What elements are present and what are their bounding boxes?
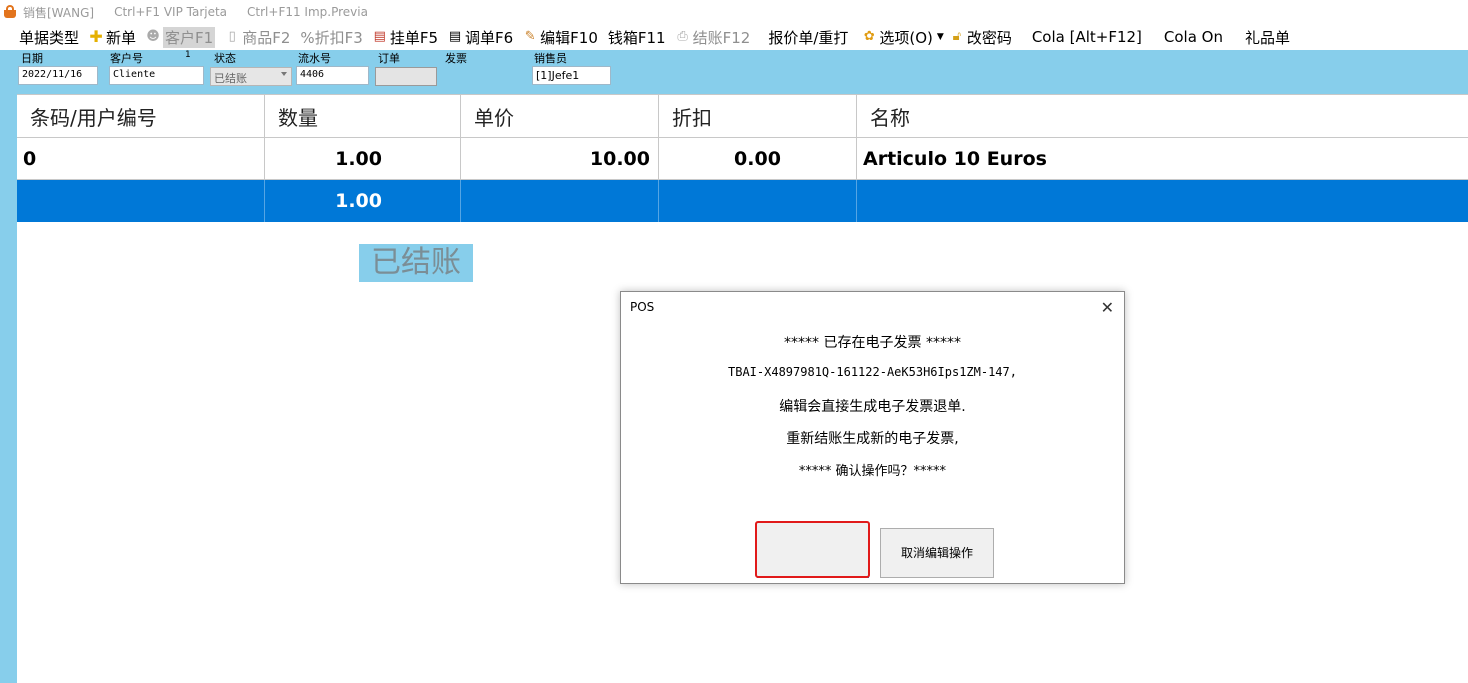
- cancel-edit-button[interactable]: 取消编辑操作: [880, 528, 994, 578]
- customer-label: 客户号: [110, 52, 143, 65]
- toolbar: 单据类型 ✚ 新单 ☻ 客户F1 ▯ 商品F2 %折扣F3 ▤ 挂单F5 ▤ 调单F6 ✎…: [0, 24, 1468, 50]
- seller-field[interactable]: [1]Jefe1: [532, 66, 611, 85]
- customer-field[interactable]: Cliente: [109, 66, 204, 85]
- customer-button[interactable]: ☻ 客户F1: [146, 25, 216, 49]
- status-select[interactable]: 已结账: [210, 67, 292, 86]
- gift-receipt-button[interactable]: 礼品单: [1245, 25, 1290, 49]
- product-icon: ▯: [228, 29, 236, 44]
- col-header-price[interactable]: 单价: [461, 95, 659, 137]
- col-header-discount[interactable]: 折扣: [659, 95, 857, 137]
- serial-field[interactable]: 4406: [296, 66, 369, 85]
- pencil-icon: ✎: [524, 29, 536, 44]
- date-label: 日期: [21, 52, 43, 65]
- change-password-button[interactable]: 🔓︎ 改密码: [950, 25, 1012, 49]
- dialog-line-3: 编辑会直接生成电子发票退单.: [779, 399, 966, 415]
- dropdown-arrow-icon: ▼: [936, 32, 944, 42]
- total-code: [17, 180, 265, 222]
- close-icon[interactable]: ✕: [1101, 298, 1114, 317]
- col-header-name[interactable]: 名称: [857, 95, 1468, 137]
- ledger-icon: ▤: [373, 29, 386, 44]
- recall-button[interactable]: ▤ 调单F6: [448, 25, 513, 49]
- title-bar: 销售[WANG] Ctrl+F1 VIP Tarjeta Ctrl+F11 Im…: [0, 0, 1468, 24]
- chevron-down-icon: [281, 72, 287, 76]
- total-name: [857, 180, 1468, 222]
- notebook-icon: ▤: [448, 29, 462, 44]
- pos-dialog: POS ✕ ***** 已存在电子发票 ***** TBAI-X4897981Q…: [620, 291, 1125, 584]
- items-grid: 条码/用户编号 数量 单价 折扣 名称 0 1.00 10.00 0.00 Ar…: [17, 94, 1468, 222]
- totals-row[interactable]: 1.00: [17, 180, 1468, 222]
- cell-code[interactable]: 0: [17, 138, 265, 179]
- cash-drawer-button[interactable]: 钱箱F11: [608, 25, 666, 49]
- new-button[interactable]: ✚ 新单: [89, 25, 136, 49]
- hint-vip-card: Ctrl+F1 VIP Tarjeta: [114, 5, 228, 19]
- dialog-title: POS: [630, 300, 655, 314]
- shopping-basket-icon: [3, 5, 17, 19]
- window-title: 销售[WANG]: [23, 5, 95, 20]
- cell-discount[interactable]: 0.00: [659, 138, 857, 179]
- quote-reprint-button[interactable]: 报价单/重打: [768, 25, 848, 49]
- order-field[interactable]: [375, 67, 437, 86]
- lock-icon: 🔓︎: [952, 29, 962, 44]
- left-edge-bar: [0, 50, 17, 683]
- dialog-invoice-code: TBAI-X4897981Q-161122-AeK53H6Ips1ZM-147,: [728, 365, 1017, 379]
- cell-name[interactable]: Articulo 10 Euros: [857, 138, 1468, 179]
- cola-button[interactable]: Cola [Alt+F12]: [1032, 25, 1142, 49]
- cola-on-button[interactable]: Cola On: [1164, 25, 1223, 49]
- hold-button[interactable]: ▤ 挂单F5: [373, 25, 438, 49]
- date-field[interactable]: 2022/11/16: [18, 66, 98, 85]
- confirm-edit-refund-button[interactable]: 编辑并生成电子发票退单: [757, 528, 869, 578]
- col-header-qty[interactable]: 数量: [265, 95, 461, 137]
- plus-icon: ✚: [89, 27, 103, 46]
- cell-qty[interactable]: 1.00: [265, 138, 461, 179]
- cell-price[interactable]: 10.00: [461, 138, 659, 179]
- total-qty: 1.00: [265, 180, 461, 222]
- discount-button[interactable]: %折扣F3: [300, 25, 362, 49]
- col-header-code[interactable]: 条码/用户编号: [17, 95, 265, 137]
- gear-icon: ✿: [863, 29, 875, 44]
- status-label: 状态: [214, 52, 236, 65]
- seller-label: 销售员: [534, 52, 567, 65]
- doc-type-menu[interactable]: 单据类型: [19, 25, 79, 49]
- printer-icon: ⎙: [677, 29, 688, 44]
- edit-button[interactable]: ✎ 编辑F10: [523, 25, 598, 49]
- customer-count: 1: [185, 50, 191, 60]
- table-row[interactable]: 0 1.00 10.00 0.00 Articulo 10 Euros: [17, 138, 1468, 180]
- settled-stamp: 已结账: [359, 244, 473, 282]
- header-fields: 日期 2022/11/16 客户号 1 Cliente 状态 已结账 流水号 4…: [0, 50, 1468, 94]
- grid-header: 条码/用户编号 数量 单价 折扣 名称: [17, 94, 1468, 138]
- dialog-line-5: ***** 确认操作吗？*****: [798, 464, 947, 479]
- invoice-label: 发票: [445, 52, 467, 65]
- hint-preview: Ctrl+F11 Imp.Previa: [247, 5, 368, 19]
- dialog-line-1: ***** 已存在电子发票 *****: [784, 335, 961, 351]
- product-button[interactable]: ▯ 商品F2: [225, 25, 291, 49]
- serial-label: 流水号: [298, 52, 331, 65]
- total-discount: [659, 180, 857, 222]
- options-menu[interactable]: ✿ 选项(O) ▼: [862, 25, 944, 49]
- total-price: [461, 180, 659, 222]
- dialog-line-4: 重新结账生成新的电子发票,: [786, 431, 959, 447]
- checkout-button[interactable]: ⎙ 结账F12: [676, 25, 750, 49]
- order-label: 订单: [378, 52, 400, 65]
- people-icon: ☻: [146, 29, 160, 44]
